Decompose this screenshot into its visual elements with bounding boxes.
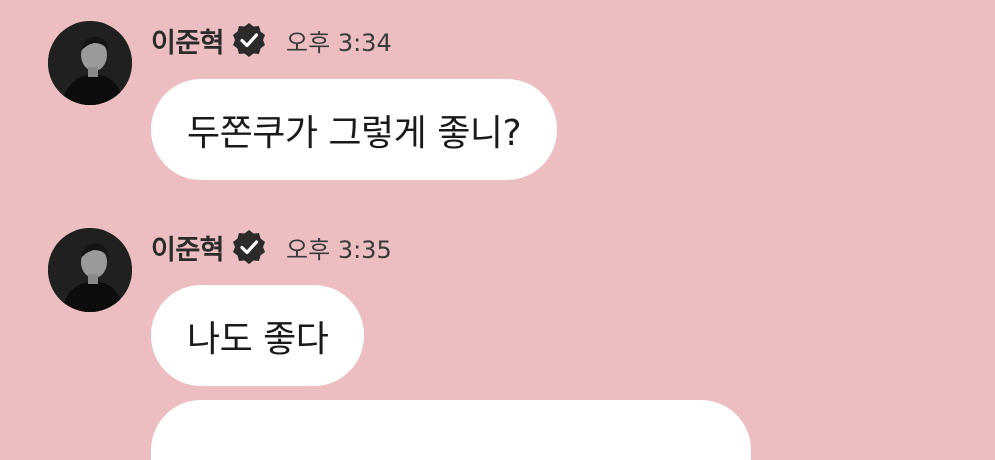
message-header: 이준혁 오후 3:35 xyxy=(151,227,392,267)
profile-photo xyxy=(48,21,132,105)
message-text: 두쫀쿠가 그렇게 좋니? xyxy=(187,112,522,154)
sender-name[interactable]: 이준혁 xyxy=(151,228,225,267)
sender-name[interactable]: 이준혁 xyxy=(151,21,225,60)
profile-photo xyxy=(48,228,132,312)
verified-badge-icon xyxy=(230,21,268,59)
message-bubble[interactable]: 두쫀쿠가 그렇게 좋니? xyxy=(151,79,558,180)
avatar[interactable] xyxy=(48,21,132,105)
verified-badge-icon xyxy=(230,228,268,266)
message-bubble-partial[interactable] xyxy=(151,400,751,460)
avatar[interactable] xyxy=(48,228,132,312)
message-bubble[interactable]: 나도 좋다 xyxy=(151,285,365,386)
timestamp: 오후 3:35 xyxy=(286,235,392,264)
message-header: 이준혁 오후 3:34 xyxy=(151,20,392,60)
message-text: 나도 좋다 xyxy=(187,318,329,360)
timestamp: 오후 3:34 xyxy=(286,28,392,57)
